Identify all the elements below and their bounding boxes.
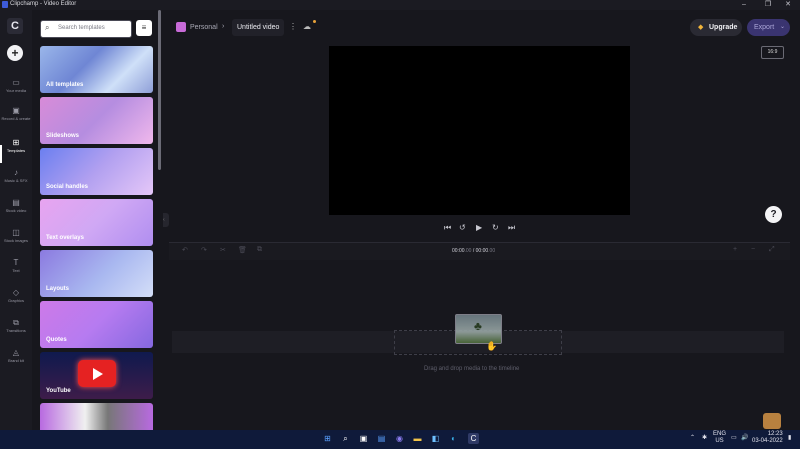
bluetooth-icon[interactable]: ✱ [702,434,707,441]
rail-item-graphics[interactable]: ◇ Graphics [0,288,32,303]
grid-icon: ⊞ [12,138,20,147]
rail-item-record-create[interactable]: ▣ Record & create [0,106,32,121]
cloud-sync-icon[interactable]: ☁ [303,22,311,31]
app-logo-icon [2,1,8,8]
chat-icon[interactable]: ◉ [394,433,405,444]
display-icon[interactable]: ▭ [731,434,737,441]
user-avatar[interactable] [763,413,781,429]
clipchamp-logo[interactable]: C [7,18,23,34]
store-icon[interactable]: ◧ [430,433,441,444]
template-card-youtube[interactable]: YouTube [40,352,153,399]
tree-image-icon: ♣ [474,319,482,333]
language-indicator[interactable]: ENG US [713,431,726,445]
delete-icon[interactable]: 🗑 [238,246,247,254]
templates-panel: ⌕ Search templates ≡ All templates Slide… [32,10,162,433]
help-button[interactable]: ? [765,206,782,223]
rail-item-music-sfx[interactable]: ♪ Music & SFX [0,168,32,183]
template-card-layouts[interactable]: Layouts [40,250,153,297]
rail-item-text[interactable]: T Text [0,258,32,273]
zoom-out-icon[interactable]: − [751,246,755,253]
split-icon[interactable]: ✂ [220,246,226,254]
redo-icon[interactable]: ↷ [201,246,207,254]
zoom-in-icon[interactable]: + [733,246,737,253]
more-options-icon[interactable]: ⋮ [289,22,297,31]
youtube-logo-icon [78,360,116,387]
upgrade-button[interactable]: ◆ Upgrade [690,19,742,36]
template-card-more[interactable] [40,403,153,433]
file-explorer-icon[interactable]: ▬ [412,433,423,444]
diamond-icon: ◆ [698,24,704,31]
edge-icon[interactable]: ◐ [448,433,459,444]
chevron-down-icon: ⌄ [780,24,786,30]
fit-timeline-icon[interactable]: ⤢ [769,246,775,254]
camera-icon: ▣ [12,106,20,115]
duplicate-icon[interactable]: ⧉ [257,246,262,254]
close-button[interactable]: ✕ [776,0,800,10]
shapes-icon: ◇ [12,288,20,297]
template-card-slideshows[interactable]: Slideshows [40,97,153,144]
search-input[interactable]: ⌕ Search templates [40,20,132,38]
rail-item-stock-images[interactable]: ◫ Stock images [0,228,32,243]
text-icon: T [13,258,19,267]
breadcrumb-separator-icon: › [222,23,225,30]
rail-item-brand-kit[interactable]: ◬ Brand kit [0,348,32,363]
filter-button[interactable]: ≡ [136,20,152,36]
volume-icon[interactable]: 🔊 [741,434,748,441]
notifications-icon[interactable]: ▮ [788,434,791,441]
skip-forward-icon[interactable]: ⏭ [508,223,515,233]
search-placeholder: Search templates [58,25,105,31]
add-media-button[interactable]: + [7,45,23,61]
template-card-text-overlays[interactable]: Text overlays [40,199,153,246]
search-taskbar-icon[interactable]: ⌕ [340,433,351,444]
rail-item-your-media[interactable]: ▭ Your media [0,78,32,93]
template-card-quotes[interactable]: Quotes [40,301,153,348]
transitions-icon: ⧉ [13,318,19,327]
panel-scrollbar[interactable] [158,10,161,170]
mouse-cursor-icon: ✋ [486,341,498,351]
video-title[interactable]: Untitled video [237,24,279,31]
brand-icon: ◬ [12,348,20,357]
template-card-social-handles[interactable]: Social handles [40,148,153,195]
dragged-media-thumbnail[interactable]: ♣ [455,314,502,344]
minimize-button[interactable]: – [732,0,756,10]
rewind-5s-icon[interactable]: ↺ [459,223,466,232]
collapse-panel-button[interactable]: ‹ [163,213,169,227]
windows-start-icon[interactable]: ⊞ [322,433,333,444]
music-icon: ♪ [14,168,18,177]
tray-chevron-icon[interactable]: ⌃ [690,434,695,441]
window-title: Clipchamp - Video Editor [10,1,77,7]
rail-item-transitions[interactable]: ⧉ Transitions [0,318,32,333]
filter-icon: ≡ [141,23,147,32]
skip-back-icon[interactable]: ⏮ [444,223,451,233]
clipchamp-taskbar-icon[interactable]: C [468,433,479,444]
left-rail: C + ▭ Your media ▣ Record & create ⊞ Tem… [0,10,32,430]
template-card-all-templates[interactable]: All templates [40,46,153,93]
widgets-icon[interactable]: ▤ [376,433,387,444]
film-icon: ▤ [12,198,20,207]
task-view-icon[interactable]: ▣ [358,433,369,444]
window-title-bar: Clipchamp - Video Editor – ❐ ✕ [0,0,800,10]
rail-item-templates[interactable]: ⊞ Templates [0,138,32,153]
video-preview[interactable] [329,46,630,215]
search-icon: ⌕ [45,23,50,32]
export-button[interactable]: Export ⌄ [747,19,790,36]
timeline-drop-hint: Drag and drop media to the timeline [424,366,520,372]
forward-5s-icon[interactable]: ↻ [492,223,499,232]
project-icon [176,22,186,32]
clock[interactable]: 12:23 03-04-2022 [752,431,783,445]
sync-status-dot [313,20,316,23]
folder-icon: ▭ [12,78,20,87]
play-icon[interactable]: ▶ [476,223,482,232]
project-name[interactable]: Personal [190,24,218,31]
undo-icon[interactable]: ↶ [182,246,188,254]
timeline-timecode: 00:00.00 / 00:00.00 [452,248,496,254]
image-icon: ◫ [12,228,20,237]
rail-item-stock-video[interactable]: ▤ Stock video [0,198,32,213]
aspect-ratio-button[interactable]: 16:9 [761,46,784,59]
